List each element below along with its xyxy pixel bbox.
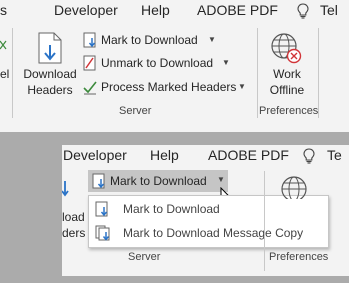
ribbon-panel-bottom: Developer Help ADOBE PDF Te load ders Ma… xyxy=(62,145,349,276)
globe-offline-icon[interactable] xyxy=(280,175,310,204)
mark-download-icon xyxy=(92,173,106,194)
chevron-down-icon[interactable]: ▼ xyxy=(238,77,246,97)
process-headers-icon xyxy=(83,79,97,101)
tab-tell-me[interactable]: Te xyxy=(327,147,342,163)
tab-tell-me[interactable]: Tel xyxy=(320,2,338,18)
group-label-server: Server xyxy=(128,251,161,263)
partial-label-1: load xyxy=(62,210,85,224)
lightbulb-icon[interactable] xyxy=(297,3,309,24)
unmark-to-download-label: Unmark to Download xyxy=(101,56,214,70)
work-offline-button[interactable]: Work Offline xyxy=(262,30,312,98)
download-headers-label-2: Headers xyxy=(27,83,73,97)
mark-to-download-label: Mark to Download xyxy=(101,33,198,47)
partial-label: el xyxy=(0,67,10,81)
tab-help[interactable]: Help xyxy=(141,2,170,18)
dropdown-item-mark-to-download-message-copy[interactable]: Mark to Download Message Copy xyxy=(89,221,328,245)
download-headers-icon xyxy=(37,32,63,69)
partial-label-2: ders xyxy=(62,226,86,240)
group-divider xyxy=(12,28,13,118)
chevron-down-icon[interactable]: ▼ xyxy=(208,30,216,50)
chevron-down-icon[interactable]: ▼ xyxy=(217,175,225,184)
group-label-server: Server xyxy=(119,105,152,117)
unmark-download-icon xyxy=(83,55,97,77)
group-divider xyxy=(264,171,265,271)
process-marked-headers-button[interactable]: Process Marked Headers ▼ xyxy=(83,77,251,97)
ribbon-panel-top: s Developer Help ADOBE PDF Tel el Downlo… xyxy=(0,0,349,132)
dropdown-item-label: Mark to Download xyxy=(123,202,220,216)
unmark-to-download-button[interactable]: Unmark to Download ▼ xyxy=(83,53,243,73)
mark-to-download-split-button[interactable]: Mark to Download ▼ xyxy=(88,170,228,192)
tab-adobe-pdf[interactable]: ADOBE PDF xyxy=(197,2,278,18)
ribbon-tab-bar: s Developer Help ADOBE PDF Tel xyxy=(0,0,349,24)
ribbon-content: el Download Headers Mark to Download ▼ U… xyxy=(0,24,349,121)
work-offline-label-2: Offline xyxy=(269,83,305,97)
chevron-down-icon[interactable]: ▼ xyxy=(222,53,230,73)
work-offline-label-1: Work xyxy=(273,67,301,81)
mark-download-copy-icon xyxy=(95,225,111,249)
globe-offline-icon xyxy=(270,32,302,69)
dropdown-item-label: Mark to Download Message Copy xyxy=(123,226,304,240)
download-headers-icon xyxy=(62,179,70,204)
tab-developer[interactable]: Developer xyxy=(54,2,118,18)
split-button-label: Mark to Download xyxy=(110,174,207,188)
partial-icon xyxy=(0,38,8,56)
tab-adobe-pdf[interactable]: ADOBE PDF xyxy=(208,147,289,163)
tab-help[interactable]: Help xyxy=(150,147,179,163)
group-label-preferences: Preferences xyxy=(269,251,329,263)
mark-download-icon xyxy=(83,32,97,54)
group-label-preferences: Preferences xyxy=(259,105,319,117)
process-marked-headers-label: Process Marked Headers xyxy=(101,80,237,94)
mark-to-download-button[interactable]: Mark to Download ▼ xyxy=(83,30,233,50)
download-headers-label-1: Download xyxy=(23,67,77,81)
tab-developer[interactable]: Developer xyxy=(63,147,127,163)
group-divider xyxy=(318,28,319,118)
group-divider xyxy=(257,28,258,118)
lightbulb-icon[interactable] xyxy=(303,148,315,169)
download-headers-button[interactable]: Download Headers xyxy=(22,30,78,98)
tab-partial-view[interactable]: s xyxy=(0,2,7,18)
